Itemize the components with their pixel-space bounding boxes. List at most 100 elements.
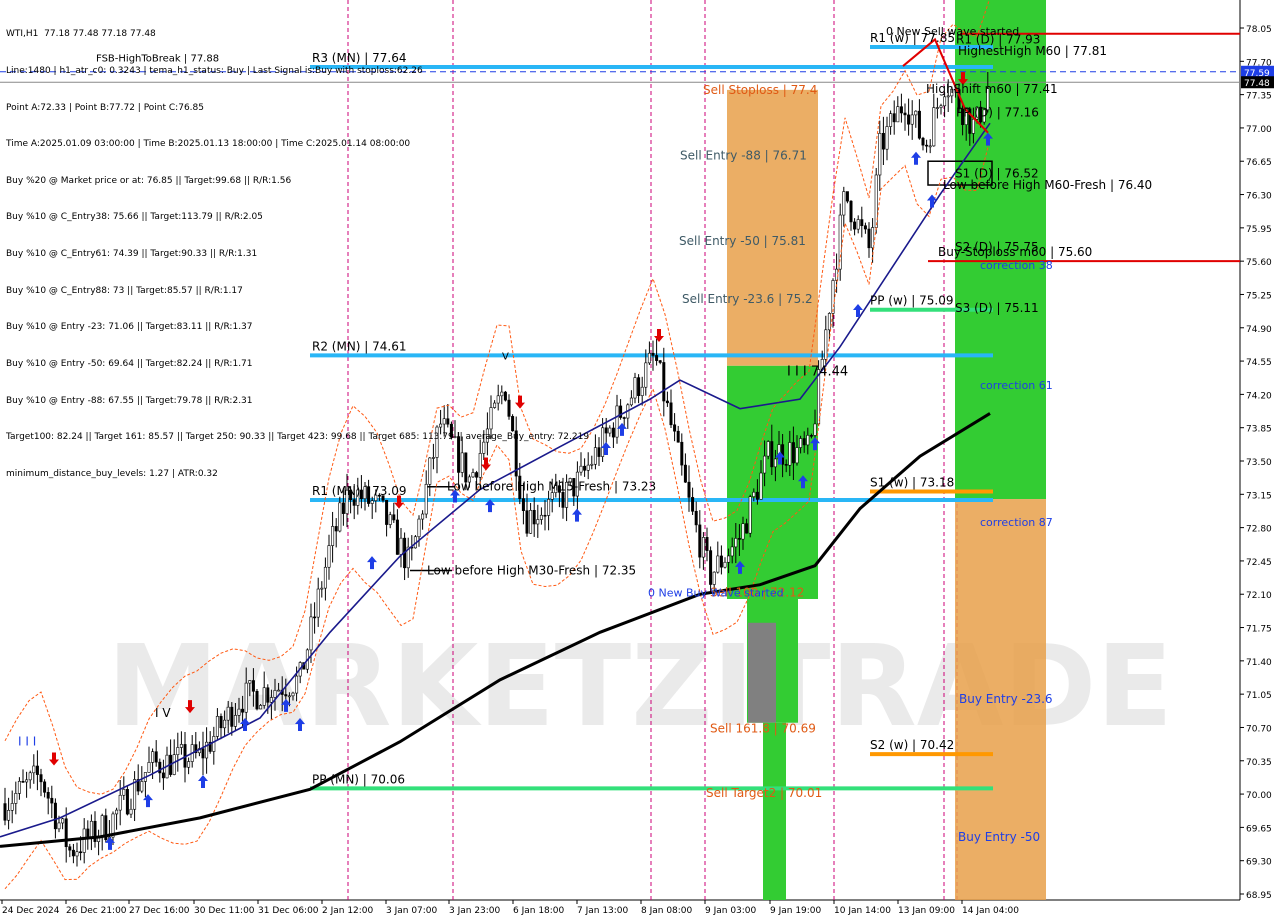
candle-body — [709, 550, 713, 585]
info-line: Point A:72.33 | Point B:77.72 | Point C:… — [6, 102, 204, 113]
candle-body — [75, 851, 79, 857]
wave-iii-label: I I I 74.44 — [787, 365, 848, 380]
candle-body — [334, 526, 338, 532]
candle-body — [842, 191, 846, 216]
candle-body — [590, 463, 594, 466]
sell-zone-green-tail — [763, 722, 786, 900]
time-tick-label: 14 Jan 04:00 — [962, 906, 1019, 916]
time-tick-label: 2 Jan 12:00 — [322, 906, 374, 916]
candle-body — [338, 502, 342, 532]
candle-body — [863, 225, 867, 230]
candle-body — [71, 849, 75, 857]
candle-body — [853, 221, 857, 230]
candle-body — [925, 144, 929, 147]
candle-body — [795, 447, 799, 464]
candle-body — [115, 809, 119, 815]
candle-body — [17, 780, 21, 794]
candle-body — [129, 808, 133, 815]
candle-body — [187, 761, 191, 768]
candle-body — [766, 441, 770, 457]
candle-body — [215, 716, 219, 737]
candle-body — [881, 132, 885, 150]
candle-body — [291, 692, 295, 697]
price-tick-label: 77.00 — [1246, 125, 1272, 135]
candle-body — [399, 537, 403, 555]
candle-body — [637, 377, 641, 396]
candle-body — [161, 772, 165, 779]
candle-body — [53, 802, 57, 830]
level-label-s2-w: S2 (w) | 70.42 — [870, 738, 954, 752]
candle-body — [640, 386, 644, 396]
candle-body — [316, 588, 320, 618]
candle-body — [892, 113, 896, 123]
candle-body — [122, 789, 126, 796]
candle-body — [784, 464, 788, 466]
time-tick-label: 3 Jan 23:00 — [449, 906, 501, 916]
candle-body — [802, 438, 806, 446]
price-tick-label: 74.55 — [1246, 358, 1272, 368]
time-tick-label: 24 Dec 2024 — [2, 906, 60, 916]
candle-body — [147, 762, 151, 773]
time-tick-label: 9 Jan 03:00 — [705, 906, 757, 916]
candle-body — [745, 523, 749, 534]
level-label-low-before-high-m30: Low before High M30-Fresh | 72.35 — [427, 563, 636, 577]
info-line: Time A:2025.01.09 03:00:00 | Time B:2025… — [6, 139, 411, 150]
candle-body — [604, 427, 608, 434]
candle-body — [665, 400, 669, 404]
candle-body — [867, 228, 871, 249]
candle-body — [7, 809, 11, 821]
candle-body — [100, 815, 104, 837]
candle-body — [712, 571, 716, 585]
candle-body — [32, 765, 36, 774]
candle-body — [935, 107, 939, 109]
candle-body — [68, 846, 72, 851]
candle-body — [914, 110, 918, 116]
candle-body — [223, 719, 227, 729]
candle-body — [971, 118, 975, 134]
info-line: Target100: 82.24 || Target 161: 85.57 ||… — [6, 432, 590, 443]
price-tick-label: 74.20 — [1246, 391, 1272, 401]
candle-body — [28, 772, 32, 781]
candle-body — [730, 546, 734, 557]
candle-body — [118, 794, 122, 811]
candle-body — [79, 851, 83, 854]
candle-body — [763, 455, 767, 474]
time-tick-label: 31 Dec 06:00 — [258, 906, 319, 916]
candle-body — [233, 715, 237, 727]
candle-body — [248, 680, 252, 684]
price-tick-label: 75.60 — [1246, 258, 1272, 268]
candle-body — [878, 132, 882, 176]
candle-body — [647, 352, 651, 364]
candle-body — [417, 518, 421, 538]
candle-body — [759, 472, 763, 500]
chart-root: MARKETZITRADE R3 (MN) | 77.64 R2 (MN) | 74… — [0, 0, 1280, 920]
candle-body — [885, 126, 889, 150]
candle-body — [755, 491, 759, 500]
candle-body — [827, 313, 831, 331]
candle-body — [388, 514, 392, 525]
price-tick-label: 74.90 — [1246, 325, 1272, 335]
level-label-s1-w: S1 (w) | 73.18 — [870, 475, 954, 489]
candle-body — [179, 744, 183, 748]
candle-body — [525, 510, 529, 534]
info-line: Line:1480 | h1_atr_c0: 0.3243 | tema_h1_… — [6, 66, 423, 77]
candle-body — [226, 706, 230, 721]
candle-body — [313, 616, 317, 619]
candle-body — [734, 538, 738, 548]
candle-body — [597, 447, 601, 457]
price-tick-label: 76.65 — [1246, 158, 1272, 168]
price-tick-label: 70.70 — [1246, 724, 1272, 734]
candle-body — [230, 706, 234, 727]
candle-body — [395, 519, 399, 555]
candle-body — [910, 114, 914, 125]
candle-body — [655, 355, 659, 361]
sell-entry-23-label: Sell Entry -23.6 | 75.2 — [682, 292, 813, 306]
candle-body — [737, 538, 741, 540]
candle-body — [154, 751, 158, 763]
sell-target2-label: Sell Target2 | 70.01 — [706, 786, 822, 800]
candle-body — [421, 513, 425, 520]
wave-iii-small-label: I I I — [18, 735, 36, 749]
candle-body — [251, 680, 255, 692]
candle-body — [266, 687, 270, 703]
candle-body — [284, 694, 288, 697]
